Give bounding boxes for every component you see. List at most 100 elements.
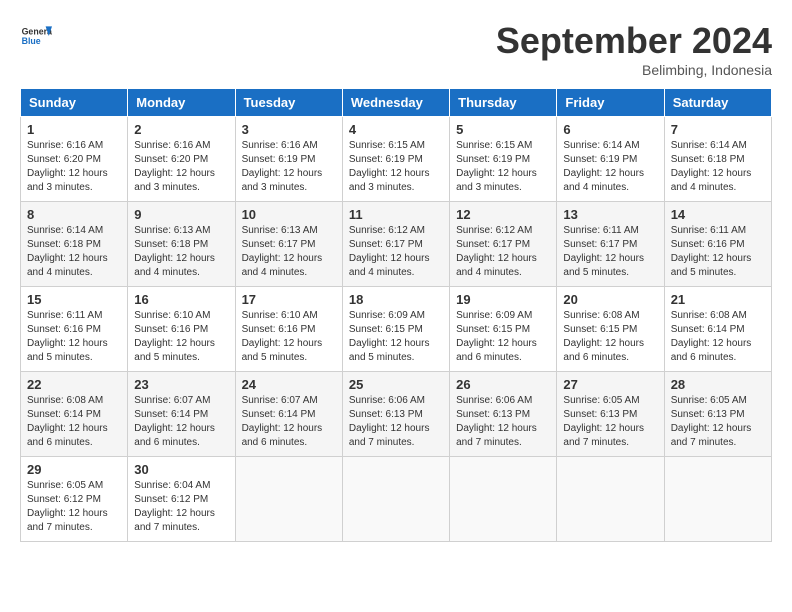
day-cell-17: 17 Sunrise: 6:10 AMSunset: 6:16 PMDaylig… bbox=[235, 287, 342, 372]
page-header: General Blue September 2024 Belimbing, I… bbox=[20, 20, 772, 78]
day-cell-20: 20 Sunrise: 6:08 AMSunset: 6:15 PMDaylig… bbox=[557, 287, 664, 372]
cell-info-4: Sunrise: 6:15 AMSunset: 6:19 PMDaylight:… bbox=[349, 139, 443, 195]
empty-cell bbox=[450, 457, 557, 542]
day-number-24: 24 bbox=[242, 377, 336, 392]
day-number-10: 10 bbox=[242, 207, 336, 222]
day-cell-5: 5 Sunrise: 6:15 AMSunset: 6:19 PMDayligh… bbox=[450, 117, 557, 202]
location: Belimbing, Indonesia bbox=[496, 62, 772, 78]
day-number-14: 14 bbox=[671, 207, 765, 222]
day-cell-8: 8 Sunrise: 6:14 AMSunset: 6:18 PMDayligh… bbox=[21, 202, 128, 287]
cell-info-1: Sunrise: 6:16 AMSunset: 6:20 PMDaylight:… bbox=[27, 139, 121, 195]
cell-info-14: Sunrise: 6:11 AMSunset: 6:16 PMDaylight:… bbox=[671, 224, 765, 280]
week-row-1: 1 Sunrise: 6:16 AMSunset: 6:20 PMDayligh… bbox=[21, 117, 772, 202]
day-cell-21: 21 Sunrise: 6:08 AMSunset: 6:14 PMDaylig… bbox=[664, 287, 771, 372]
day-cell-14: 14 Sunrise: 6:11 AMSunset: 6:16 PMDaylig… bbox=[664, 202, 771, 287]
cell-info-12: Sunrise: 6:12 AMSunset: 6:17 PMDaylight:… bbox=[456, 224, 550, 280]
day-number-2: 2 bbox=[134, 122, 228, 137]
week-row-4: 22 Sunrise: 6:08 AMSunset: 6:14 PMDaylig… bbox=[21, 372, 772, 457]
day-number-30: 30 bbox=[134, 462, 228, 477]
day-number-29: 29 bbox=[27, 462, 121, 477]
header-row: Sunday Monday Tuesday Wednesday Thursday… bbox=[21, 89, 772, 117]
day-number-12: 12 bbox=[456, 207, 550, 222]
day-cell-13: 13 Sunrise: 6:11 AMSunset: 6:17 PMDaylig… bbox=[557, 202, 664, 287]
cell-info-9: Sunrise: 6:13 AMSunset: 6:18 PMDaylight:… bbox=[134, 224, 228, 280]
cell-info-18: Sunrise: 6:09 AMSunset: 6:15 PMDaylight:… bbox=[349, 309, 443, 365]
day-number-11: 11 bbox=[349, 207, 443, 222]
title-block: September 2024 Belimbing, Indonesia bbox=[496, 20, 772, 78]
cell-info-19: Sunrise: 6:09 AMSunset: 6:15 PMDaylight:… bbox=[456, 309, 550, 365]
day-cell-4: 4 Sunrise: 6:15 AMSunset: 6:19 PMDayligh… bbox=[342, 117, 449, 202]
day-cell-7: 7 Sunrise: 6:14 AMSunset: 6:18 PMDayligh… bbox=[664, 117, 771, 202]
day-number-19: 19 bbox=[456, 292, 550, 307]
day-number-13: 13 bbox=[563, 207, 657, 222]
day-number-15: 15 bbox=[27, 292, 121, 307]
day-number-7: 7 bbox=[671, 122, 765, 137]
day-number-21: 21 bbox=[671, 292, 765, 307]
day-number-16: 16 bbox=[134, 292, 228, 307]
cell-info-17: Sunrise: 6:10 AMSunset: 6:16 PMDaylight:… bbox=[242, 309, 336, 365]
day-cell-29: 29 Sunrise: 6:05 AMSunset: 6:12 PMDaylig… bbox=[21, 457, 128, 542]
cell-info-29: Sunrise: 6:05 AMSunset: 6:12 PMDaylight:… bbox=[27, 479, 121, 535]
cell-info-3: Sunrise: 6:16 AMSunset: 6:19 PMDaylight:… bbox=[242, 139, 336, 195]
empty-cell bbox=[664, 457, 771, 542]
cell-info-28: Sunrise: 6:05 AMSunset: 6:13 PMDaylight:… bbox=[671, 394, 765, 450]
cell-info-25: Sunrise: 6:06 AMSunset: 6:13 PMDaylight:… bbox=[349, 394, 443, 450]
day-cell-24: 24 Sunrise: 6:07 AMSunset: 6:14 PMDaylig… bbox=[235, 372, 342, 457]
col-friday: Friday bbox=[557, 89, 664, 117]
cell-info-11: Sunrise: 6:12 AMSunset: 6:17 PMDaylight:… bbox=[349, 224, 443, 280]
col-sunday: Sunday bbox=[21, 89, 128, 117]
day-number-27: 27 bbox=[563, 377, 657, 392]
cell-info-30: Sunrise: 6:04 AMSunset: 6:12 PMDaylight:… bbox=[134, 479, 228, 535]
cell-info-26: Sunrise: 6:06 AMSunset: 6:13 PMDaylight:… bbox=[456, 394, 550, 450]
cell-info-5: Sunrise: 6:15 AMSunset: 6:19 PMDaylight:… bbox=[456, 139, 550, 195]
logo-icon: General Blue bbox=[20, 20, 52, 52]
day-number-23: 23 bbox=[134, 377, 228, 392]
logo: General Blue bbox=[20, 20, 52, 52]
cell-info-23: Sunrise: 6:07 AMSunset: 6:14 PMDaylight:… bbox=[134, 394, 228, 450]
day-cell-6: 6 Sunrise: 6:14 AMSunset: 6:19 PMDayligh… bbox=[557, 117, 664, 202]
cell-info-24: Sunrise: 6:07 AMSunset: 6:14 PMDaylight:… bbox=[242, 394, 336, 450]
empty-cell bbox=[557, 457, 664, 542]
cell-info-22: Sunrise: 6:08 AMSunset: 6:14 PMDaylight:… bbox=[27, 394, 121, 450]
col-thursday: Thursday bbox=[450, 89, 557, 117]
cell-info-16: Sunrise: 6:10 AMSunset: 6:16 PMDaylight:… bbox=[134, 309, 228, 365]
day-cell-26: 26 Sunrise: 6:06 AMSunset: 6:13 PMDaylig… bbox=[450, 372, 557, 457]
day-number-28: 28 bbox=[671, 377, 765, 392]
day-cell-3: 3 Sunrise: 6:16 AMSunset: 6:19 PMDayligh… bbox=[235, 117, 342, 202]
day-number-22: 22 bbox=[27, 377, 121, 392]
week-row-5: 29 Sunrise: 6:05 AMSunset: 6:12 PMDaylig… bbox=[21, 457, 772, 542]
day-number-25: 25 bbox=[349, 377, 443, 392]
day-cell-30: 30 Sunrise: 6:04 AMSunset: 6:12 PMDaylig… bbox=[128, 457, 235, 542]
day-number-17: 17 bbox=[242, 292, 336, 307]
day-cell-28: 28 Sunrise: 6:05 AMSunset: 6:13 PMDaylig… bbox=[664, 372, 771, 457]
day-cell-10: 10 Sunrise: 6:13 AMSunset: 6:17 PMDaylig… bbox=[235, 202, 342, 287]
empty-cell bbox=[235, 457, 342, 542]
calendar-table: Sunday Monday Tuesday Wednesday Thursday… bbox=[20, 88, 772, 542]
week-row-3: 15 Sunrise: 6:11 AMSunset: 6:16 PMDaylig… bbox=[21, 287, 772, 372]
col-monday: Monday bbox=[128, 89, 235, 117]
day-number-20: 20 bbox=[563, 292, 657, 307]
day-cell-18: 18 Sunrise: 6:09 AMSunset: 6:15 PMDaylig… bbox=[342, 287, 449, 372]
cell-info-20: Sunrise: 6:08 AMSunset: 6:15 PMDaylight:… bbox=[563, 309, 657, 365]
day-number-3: 3 bbox=[242, 122, 336, 137]
day-cell-2: 2 Sunrise: 6:16 AMSunset: 6:20 PMDayligh… bbox=[128, 117, 235, 202]
day-number-4: 4 bbox=[349, 122, 443, 137]
day-number-9: 9 bbox=[134, 207, 228, 222]
cell-info-7: Sunrise: 6:14 AMSunset: 6:18 PMDaylight:… bbox=[671, 139, 765, 195]
col-tuesday: Tuesday bbox=[235, 89, 342, 117]
svg-text:Blue: Blue bbox=[22, 36, 41, 46]
day-cell-27: 27 Sunrise: 6:05 AMSunset: 6:13 PMDaylig… bbox=[557, 372, 664, 457]
month-title: September 2024 bbox=[496, 20, 772, 62]
cell-info-21: Sunrise: 6:08 AMSunset: 6:14 PMDaylight:… bbox=[671, 309, 765, 365]
cell-info-13: Sunrise: 6:11 AMSunset: 6:17 PMDaylight:… bbox=[563, 224, 657, 280]
empty-cell bbox=[342, 457, 449, 542]
cell-info-6: Sunrise: 6:14 AMSunset: 6:19 PMDaylight:… bbox=[563, 139, 657, 195]
day-number-6: 6 bbox=[563, 122, 657, 137]
day-number-18: 18 bbox=[349, 292, 443, 307]
day-number-26: 26 bbox=[456, 377, 550, 392]
day-cell-16: 16 Sunrise: 6:10 AMSunset: 6:16 PMDaylig… bbox=[128, 287, 235, 372]
col-wednesday: Wednesday bbox=[342, 89, 449, 117]
day-cell-19: 19 Sunrise: 6:09 AMSunset: 6:15 PMDaylig… bbox=[450, 287, 557, 372]
day-number-1: 1 bbox=[27, 122, 121, 137]
day-cell-23: 23 Sunrise: 6:07 AMSunset: 6:14 PMDaylig… bbox=[128, 372, 235, 457]
